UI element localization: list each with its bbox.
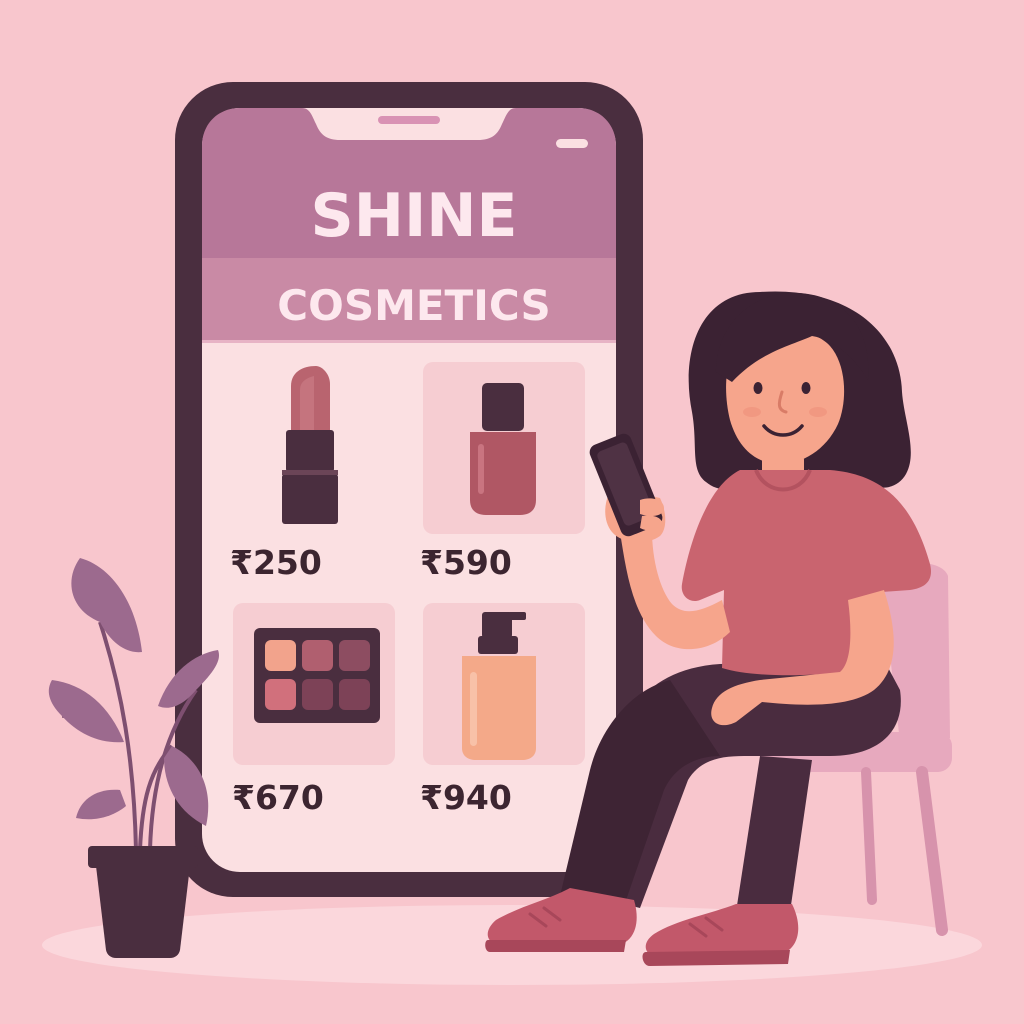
left-cheek bbox=[743, 407, 761, 417]
status-indicator-icon bbox=[556, 139, 588, 148]
eyeshadow-palette-icon bbox=[254, 628, 380, 723]
left-eye bbox=[753, 382, 763, 394]
left-shoe-sole bbox=[485, 940, 626, 952]
product-price: ₹250 bbox=[230, 543, 322, 582]
right-shoe-sole bbox=[642, 950, 790, 966]
illustration-scene: SHINE COSMETICS ₹250 ₹590 ₹670 ₹940 bbox=[0, 0, 1024, 1024]
phone: SHINE COSMETICS ₹250 ₹590 ₹670 ₹940 bbox=[175, 82, 643, 897]
product-price: ₹590 bbox=[420, 543, 512, 582]
product-price: ₹940 bbox=[420, 778, 512, 817]
brand-subtitle: COSMETICS bbox=[277, 281, 550, 330]
right-cheek bbox=[809, 407, 827, 417]
right-eye bbox=[801, 382, 811, 394]
phone-speaker bbox=[378, 116, 440, 124]
brand-title: SHINE bbox=[311, 181, 518, 251]
pot-rim bbox=[88, 846, 198, 868]
pot-body bbox=[96, 866, 190, 958]
product-price: ₹670 bbox=[232, 778, 324, 817]
header-divider bbox=[202, 340, 616, 343]
